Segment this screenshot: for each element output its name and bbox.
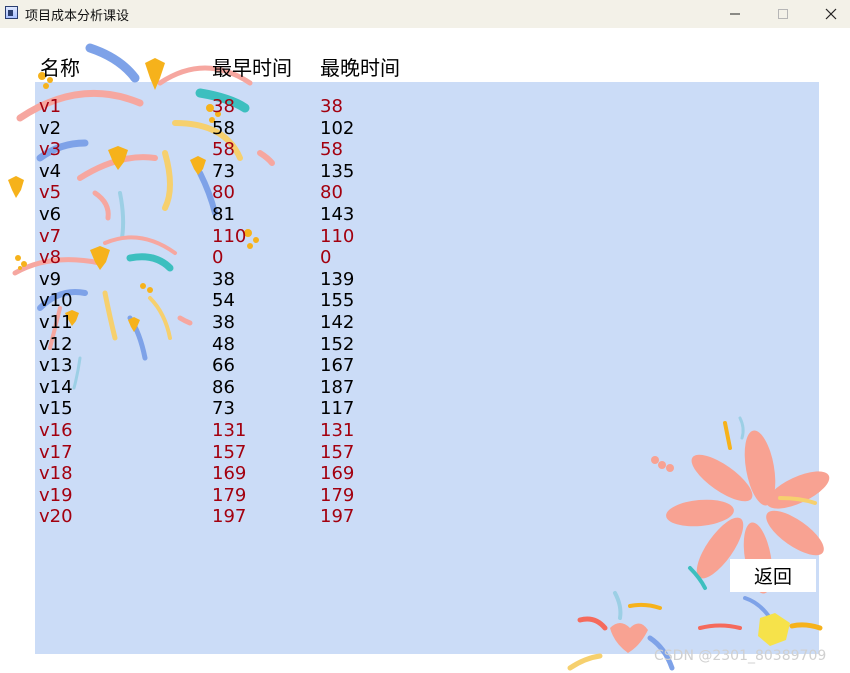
cell-earliest: 81 bbox=[212, 203, 235, 225]
cell-earliest: 131 bbox=[212, 419, 247, 441]
table-row: v20 197 197 bbox=[0, 506, 850, 528]
table-row: v4 73 135 bbox=[0, 161, 850, 183]
app-icon bbox=[5, 6, 18, 19]
cell-name: v4 bbox=[39, 160, 62, 182]
cell-latest: 169 bbox=[320, 463, 355, 485]
cell-earliest: 169 bbox=[212, 463, 247, 485]
maximize-button[interactable] bbox=[760, 0, 806, 28]
cell-earliest: 58 bbox=[212, 117, 235, 139]
cell-latest: 139 bbox=[320, 268, 355, 290]
table-row: v12 48 152 bbox=[0, 334, 850, 356]
cell-earliest: 80 bbox=[212, 182, 235, 204]
table-row: v17 157 157 bbox=[0, 442, 850, 464]
cell-name: v8 bbox=[39, 247, 62, 269]
cell-name: v7 bbox=[39, 225, 62, 247]
cell-earliest: 197 bbox=[212, 506, 247, 528]
watermark: CSDN @2301_80389709 bbox=[654, 648, 827, 664]
cell-name: v5 bbox=[39, 182, 62, 204]
cell-name: v10 bbox=[39, 290, 73, 312]
cell-name: v15 bbox=[39, 398, 73, 420]
table-row: v18 169 169 bbox=[0, 463, 850, 485]
window-title: 项目成本分析课设 bbox=[25, 9, 130, 24]
table-row: v16 131 131 bbox=[0, 420, 850, 442]
table-row: v7 110 110 bbox=[0, 226, 850, 248]
cell-latest: 135 bbox=[320, 160, 355, 182]
column-header-name: 名称 bbox=[40, 56, 80, 80]
cell-name: v20 bbox=[39, 506, 73, 528]
cell-name: v11 bbox=[39, 311, 73, 333]
cell-earliest: 54 bbox=[212, 290, 235, 312]
table-row: v3 58 58 bbox=[0, 139, 850, 161]
cell-name: v6 bbox=[39, 203, 62, 225]
cell-earliest: 58 bbox=[212, 139, 235, 161]
cell-earliest: 0 bbox=[212, 247, 224, 269]
table-row: v15 73 117 bbox=[0, 398, 850, 420]
table-row: v11 38 142 bbox=[0, 312, 850, 334]
cell-latest: 152 bbox=[320, 333, 355, 355]
cell-latest: 102 bbox=[320, 117, 355, 139]
return-button[interactable]: 返回 bbox=[730, 559, 816, 592]
cell-latest: 179 bbox=[320, 484, 355, 506]
cell-latest: 157 bbox=[320, 441, 355, 463]
cell-earliest: 38 bbox=[212, 268, 235, 290]
table-row: v19 179 179 bbox=[0, 485, 850, 507]
cell-name: v19 bbox=[39, 484, 73, 506]
column-header-earliest-time: 最早时间 bbox=[212, 56, 292, 80]
cell-earliest: 38 bbox=[212, 96, 235, 117]
time-table: v1 38 38 v2 58 102 v3 58 58 v4 73 135 v5 80 80 v6 81 143 v… bbox=[0, 96, 850, 528]
cell-latest: 155 bbox=[320, 290, 355, 312]
maximize-icon bbox=[778, 9, 788, 19]
cell-earliest: 73 bbox=[212, 160, 235, 182]
app-window: 项目成本分析课设 名称 最早时间 最晚时间 v1 38 38 v2 58 102… bbox=[0, 0, 850, 673]
table-row: v1 38 38 bbox=[0, 96, 850, 118]
cell-latest: 58 bbox=[320, 139, 343, 161]
table-row: v14 86 187 bbox=[0, 377, 850, 399]
cell-earliest: 179 bbox=[212, 484, 247, 506]
cell-earliest: 38 bbox=[212, 311, 235, 333]
cell-latest: 0 bbox=[320, 247, 332, 269]
cell-earliest: 48 bbox=[212, 333, 235, 355]
table-row: v5 80 80 bbox=[0, 182, 850, 204]
cell-latest: 110 bbox=[320, 225, 355, 247]
table-row: v6 81 143 bbox=[0, 204, 850, 226]
cell-name: v3 bbox=[39, 139, 62, 161]
cell-earliest: 157 bbox=[212, 441, 247, 463]
table-row: v9 38 139 bbox=[0, 269, 850, 291]
title-bar[interactable]: 项目成本分析课设 bbox=[0, 0, 850, 28]
table-row: v2 58 102 bbox=[0, 118, 850, 140]
cell-latest: 38 bbox=[320, 96, 343, 117]
cell-name: v14 bbox=[39, 376, 73, 398]
table-row: v10 54 155 bbox=[0, 290, 850, 312]
cell-earliest: 86 bbox=[212, 376, 235, 398]
cell-name: v1 bbox=[39, 96, 62, 117]
cell-earliest: 110 bbox=[212, 225, 247, 247]
cell-name: v2 bbox=[39, 117, 62, 139]
cell-latest: 117 bbox=[320, 398, 355, 420]
cell-earliest: 73 bbox=[212, 398, 235, 420]
cell-latest: 80 bbox=[320, 182, 343, 204]
cell-latest: 131 bbox=[320, 419, 355, 441]
close-icon bbox=[825, 8, 837, 20]
minimize-button[interactable] bbox=[712, 0, 758, 28]
cell-latest: 167 bbox=[320, 355, 355, 377]
table-row: v8 0 0 bbox=[0, 247, 850, 269]
cell-name: v12 bbox=[39, 333, 73, 355]
cell-name: v16 bbox=[39, 419, 73, 441]
close-button[interactable] bbox=[808, 0, 850, 28]
cell-latest: 143 bbox=[320, 203, 355, 225]
cell-earliest: 66 bbox=[212, 355, 235, 377]
cell-latest: 197 bbox=[320, 506, 355, 528]
cell-name: v18 bbox=[39, 463, 73, 485]
cell-name: v17 bbox=[39, 441, 73, 463]
minimize-icon bbox=[730, 13, 740, 15]
cell-latest: 187 bbox=[320, 376, 355, 398]
table-row: v13 66 167 bbox=[0, 355, 850, 377]
main-content: 名称 最早时间 最晚时间 v1 38 38 v2 58 102 v3 58 58 v4 73 135 v… bbox=[0, 28, 850, 673]
cell-name: v9 bbox=[39, 268, 62, 290]
cell-name: v13 bbox=[39, 355, 73, 377]
cell-latest: 142 bbox=[320, 311, 355, 333]
column-header-latest-time: 最晚时间 bbox=[320, 56, 400, 80]
